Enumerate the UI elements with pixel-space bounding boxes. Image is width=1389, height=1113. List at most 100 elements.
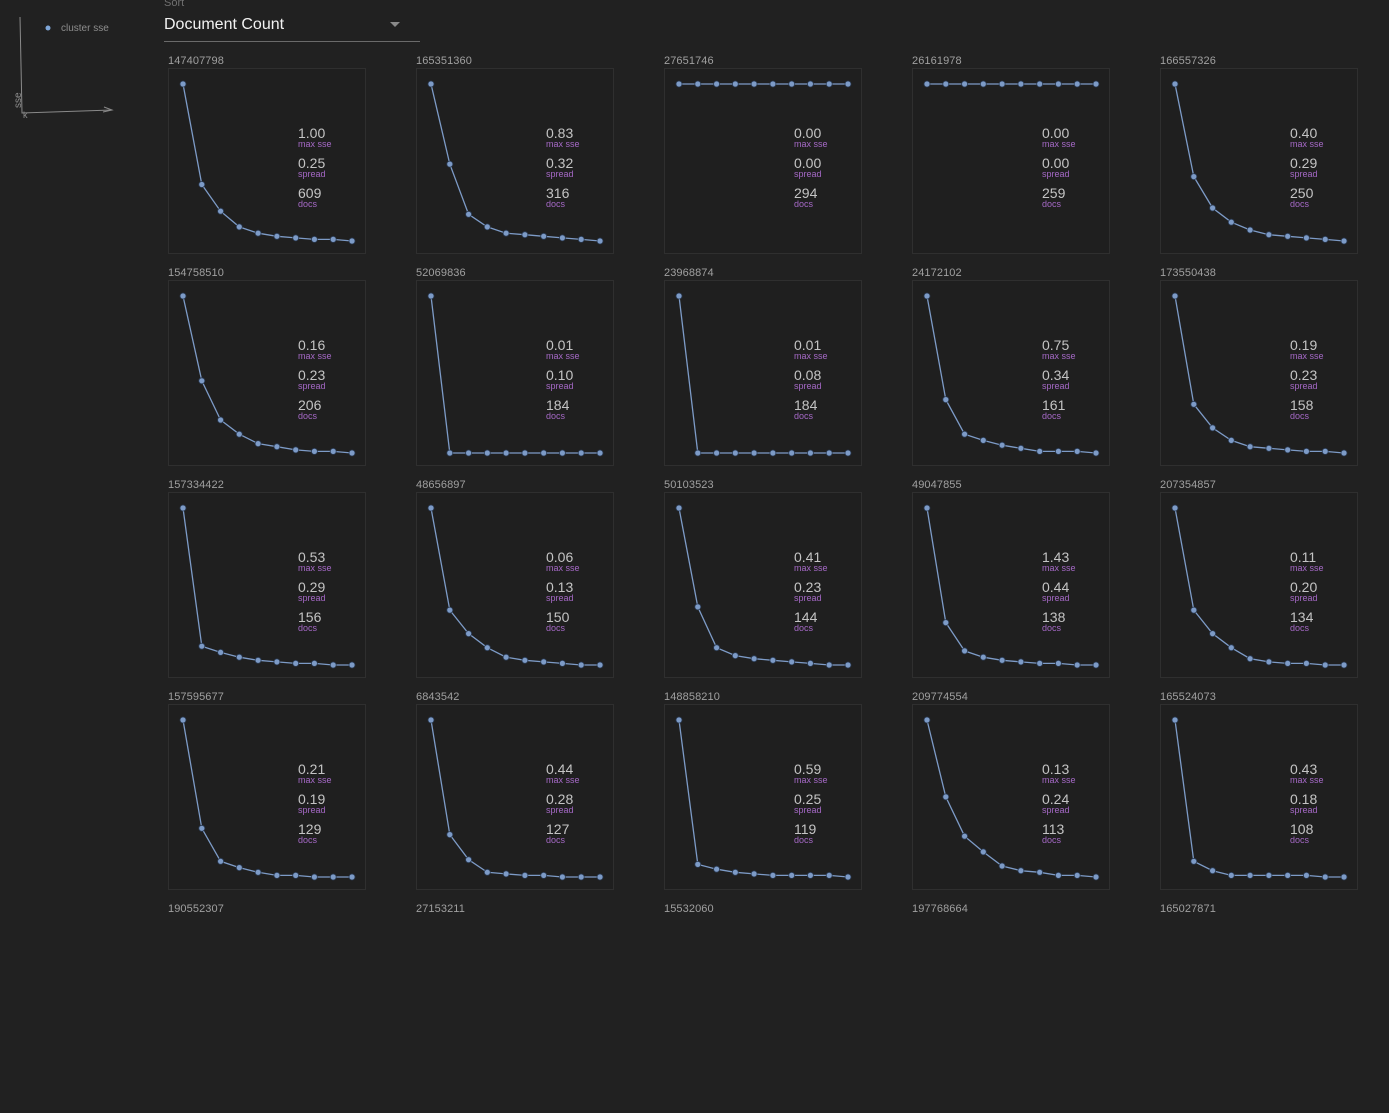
cluster-id: 207354857 (1160, 479, 1216, 491)
cluster-plot[interactable]: 0.06 max sse 0.13 spread 150 docs (416, 492, 614, 678)
docs-value: 259 (1042, 185, 1066, 201)
sse-point (1092, 449, 1100, 457)
sse-point (998, 862, 1006, 870)
cluster-plot[interactable]: 0.21 max sse 0.19 spread 129 docs (168, 704, 366, 890)
docs-label: docs (1042, 835, 1062, 845)
sse-point (1246, 226, 1254, 234)
sse-point (310, 447, 318, 455)
cluster-stats: 1.00 max sse 0.25 spread 609 docs (298, 126, 332, 216)
max-sse-label: max sse (1290, 139, 1324, 149)
sse-point (713, 80, 720, 88)
sse-point (769, 80, 777, 88)
sse-point (446, 831, 454, 839)
cluster-plot[interactable]: 0.00 max sse 0.00 spread 259 docs (912, 68, 1110, 254)
max-sse-value: 0.00 (1042, 125, 1070, 141)
max-sse-value: 0.00 (794, 125, 822, 141)
max-sse-value: 0.53 (298, 549, 326, 565)
docs-value: 150 (546, 609, 570, 625)
sse-point (788, 658, 796, 666)
sse-point (329, 447, 337, 455)
sort-dropdown[interactable]: Document Count (164, 14, 420, 42)
spread-value: 0.18 (1290, 791, 1318, 807)
sse-point (558, 873, 566, 881)
cluster-plot[interactable]: 0.59 max sse 0.25 spread 119 docs (664, 704, 862, 890)
spread-label: spread (794, 805, 822, 815)
max-sse-value: 0.21 (298, 761, 326, 777)
cluster-cell: 15532060 (660, 903, 870, 1113)
cluster-plot[interactable]: 0.01 max sse 0.10 spread 184 docs (416, 280, 614, 466)
cluster-id: 209774554 (912, 691, 968, 703)
sse-point (1340, 449, 1348, 457)
sse-point (1265, 658, 1273, 666)
spread-label: spread (1290, 593, 1318, 603)
cluster-plot[interactable]: 0.00 max sse 0.00 spread 294 docs (664, 68, 862, 254)
sse-point (596, 661, 604, 669)
cluster-plot[interactable]: 0.83 max sse 0.32 spread 316 docs (416, 68, 614, 254)
docs-label: docs (1042, 623, 1062, 633)
sse-curve-chart (1171, 716, 1348, 881)
docs-value: 316 (546, 185, 570, 201)
sse-point (1265, 231, 1273, 239)
sse-point (750, 870, 758, 878)
cluster-stats: 0.75 max sse 0.34 spread 161 docs (1042, 338, 1076, 428)
max-sse-value: 0.40 (1290, 125, 1318, 141)
cluster-plot[interactable]: 0.11 max sse 0.20 spread 134 docs (1160, 492, 1358, 678)
sse-point (217, 207, 224, 215)
cluster-plot[interactable]: 1.43 max sse 0.44 spread 138 docs (912, 492, 1110, 678)
sse-curve-chart (1171, 292, 1348, 457)
cluster-plot[interactable]: 0.44 max sse 0.28 spread 127 docs (416, 704, 614, 890)
sse-point (1302, 871, 1310, 879)
sse-point (1227, 644, 1235, 652)
sse-curve-chart (1171, 80, 1348, 245)
cluster-plot[interactable]: 0.19 max sse 0.23 spread 158 docs (1160, 280, 1358, 466)
cluster-stats: 0.01 max sse 0.10 spread 184 docs (546, 338, 580, 428)
sse-point (1190, 173, 1198, 180)
cluster-plot[interactable]: 0.13 max sse 0.24 spread 113 docs (912, 704, 1110, 890)
cluster-stats: 0.06 max sse 0.13 spread 150 docs (546, 550, 580, 640)
cluster-plot[interactable]: 0.53 max sse 0.29 spread 156 docs (168, 492, 366, 678)
cluster-id: 50103523 (664, 479, 714, 491)
sse-point (961, 430, 968, 438)
sse-point (179, 504, 187, 512)
cluster-plot[interactable]: 1.00 max sse 0.25 spread 609 docs (168, 68, 366, 254)
sse-point (540, 658, 548, 666)
sse-point (254, 229, 262, 237)
sse-point (1017, 867, 1025, 875)
cluster-cell: 209774554 0.13 max sse 0.24 spread 113 docs (908, 691, 1118, 901)
docs-value: 129 (298, 821, 322, 837)
spread-value: 0.34 (1042, 367, 1070, 383)
cluster-plot[interactable]: 0.41 max sse 0.23 spread 144 docs (664, 492, 862, 678)
cluster-stats: 0.83 max sse 0.32 spread 316 docs (546, 126, 580, 216)
sse-point (577, 661, 585, 669)
sse-curve-chart (923, 292, 1100, 457)
spread-label: spread (298, 805, 326, 815)
cluster-plot[interactable]: 0.16 max sse 0.23 spread 206 docs (168, 280, 366, 466)
max-sse-label: max sse (794, 351, 828, 361)
sse-point (979, 436, 987, 444)
cluster-plot[interactable]: 0.75 max sse 0.34 spread 161 docs (912, 280, 1110, 466)
cluster-id: 147407798 (168, 55, 224, 67)
spread-value: 0.29 (298, 579, 326, 595)
sse-point (273, 658, 281, 666)
sse-point (446, 606, 454, 614)
docs-value: 161 (1042, 397, 1066, 413)
spread-label: spread (298, 593, 326, 603)
sse-point (694, 860, 702, 868)
cluster-plot[interactable]: 0.40 max sse 0.29 spread 250 docs (1160, 68, 1358, 254)
cluster-stats: 0.01 max sse 0.08 spread 184 docs (794, 338, 828, 428)
spread-value: 0.32 (546, 155, 574, 171)
spread-value: 0.28 (546, 791, 574, 807)
sse-point (979, 653, 987, 661)
cluster-id: 165524073 (1160, 691, 1216, 703)
spread-label: spread (1042, 593, 1070, 603)
docs-label: docs (298, 199, 318, 209)
spread-value: 0.25 (794, 791, 822, 807)
spread-label: spread (298, 381, 326, 391)
max-sse-value: 0.13 (1042, 761, 1070, 777)
sse-point (769, 449, 777, 457)
sse-point (1171, 504, 1179, 512)
sse-curve-chart (179, 504, 356, 669)
cluster-plot[interactable]: 0.01 max sse 0.08 spread 184 docs (664, 280, 862, 466)
cluster-id: 15532060 (664, 903, 714, 915)
cluster-plot[interactable]: 0.43 max sse 0.18 spread 108 docs (1160, 704, 1358, 890)
